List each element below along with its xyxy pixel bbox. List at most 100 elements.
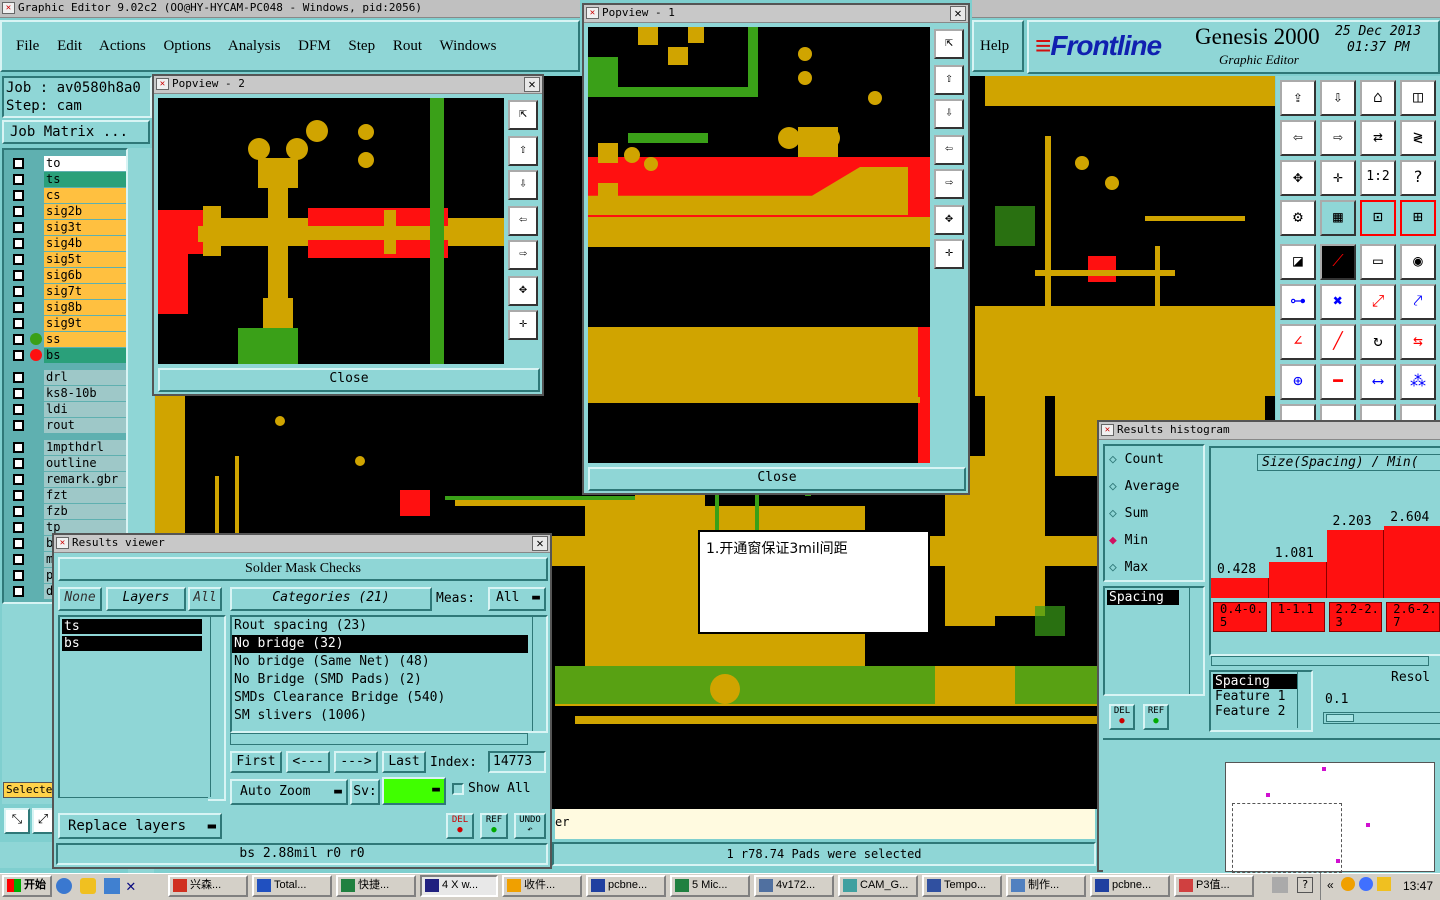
layer-row-layers0[interactable]: to (12, 156, 128, 171)
taskbar-item[interactable]: 兴森... (168, 875, 248, 897)
categories-button[interactable]: Categories (21) (230, 587, 432, 611)
taskbar-item[interactable]: 5 Mic... (670, 875, 750, 897)
ie-icon[interactable] (56, 878, 72, 894)
sort-icon[interactable]: ≷ (1400, 120, 1436, 156)
taskbar-item[interactable]: pcbne... (1090, 875, 1170, 897)
measure-tool-icon[interactable]: ⤢ (32, 808, 54, 834)
feature-item[interactable]: Feature 1 (1211, 689, 1311, 704)
first-button[interactable]: First (230, 751, 282, 773)
flip-icon[interactable]: ⇆ (1400, 324, 1436, 360)
tray-chevron-icon[interactable]: « (1327, 878, 1334, 892)
tray-icon[interactable] (1377, 877, 1391, 891)
layer-checkbox[interactable] (13, 586, 24, 597)
taskbar-item[interactable]: 制作... (1006, 875, 1086, 897)
pv2-down-icon[interactable]: ⇩ (508, 170, 538, 200)
layer-checkbox[interactable] (13, 458, 24, 469)
last-button[interactable]: Last (382, 751, 426, 773)
layer-checkbox[interactable] (13, 442, 24, 453)
replace-layers-select[interactable]: Replace layers ▬ (58, 813, 222, 839)
menu-dfm[interactable]: DFM (298, 38, 331, 54)
layer-checkbox[interactable] (13, 318, 24, 329)
histogram-bar[interactable] (1268, 562, 1327, 598)
pv2-center-icon[interactable]: ✛ (508, 310, 538, 340)
help-icon[interactable]: ? (1297, 877, 1313, 893)
scale-icon[interactable]: 1:2 (1360, 160, 1396, 196)
arc-icon[interactable]: ↻ (1360, 324, 1396, 360)
start-button[interactable]: 开始 (2, 875, 52, 897)
option-min[interactable]: ◆ Min (1109, 533, 1148, 548)
none-button[interactable]: None (58, 587, 102, 611)
taskbar-item[interactable]: 快捷... (336, 875, 416, 897)
pv1-up-icon[interactable]: ⇧ (934, 65, 964, 95)
layer-checkbox[interactable] (13, 490, 24, 501)
snap-icon[interactable]: ⊡ (1360, 200, 1396, 236)
menu-actions[interactable]: Actions (99, 38, 146, 54)
shift-left-icon[interactable]: ⇦ (1280, 120, 1316, 156)
layer-row-layers6[interactable]: sig5t (12, 252, 128, 267)
layer-checkbox[interactable] (13, 522, 24, 533)
resol-slider-thumb[interactable] (1326, 714, 1354, 722)
menu-help[interactable]: Help (980, 38, 1009, 55)
layer-row-layers2[interactable]: cs (12, 188, 128, 203)
feature-item[interactable]: Feature 2 (1211, 704, 1311, 719)
layer-checkbox[interactable] (13, 554, 24, 565)
angle-icon[interactable]: ∠ (1280, 324, 1316, 360)
slash-icon[interactable]: ╱ (1320, 324, 1356, 360)
category-item[interactable]: Rout spacing (23) (232, 617, 546, 635)
layer-row-layers9[interactable]: sig8b (12, 300, 128, 315)
layer-checkbox[interactable] (13, 174, 24, 185)
pv2-left-icon[interactable]: ⇦ (508, 206, 538, 236)
ref-button[interactable]: REF ● (480, 813, 508, 839)
settings-icon[interactable]: ⚙ (1280, 200, 1316, 236)
pv2-up-icon[interactable]: ⇧ (508, 136, 538, 166)
hist-ref-button[interactable]: REF ● (1143, 704, 1169, 730)
undo-button[interactable]: UNDO ↶ (514, 813, 546, 839)
taskbar-item[interactable]: 4v172... (754, 875, 834, 897)
layer-row-layers22[interactable]: ldi (12, 402, 128, 417)
layer-row-layers10[interactable]: sig9t (12, 316, 128, 331)
result-layer-item[interactable]: ts (62, 619, 202, 634)
layer-checkbox[interactable] (13, 222, 24, 233)
layer-checkbox[interactable] (13, 254, 24, 265)
category-item[interactable]: No Bridge (SMD Pads) (2) (232, 671, 546, 689)
layer-checkbox[interactable] (13, 270, 24, 281)
pv1-down-icon[interactable]: ⇩ (934, 99, 964, 129)
layer-row-layers7[interactable]: sig6b (12, 268, 128, 283)
tray-icon[interactable] (1341, 877, 1355, 891)
pv2-fit-icon[interactable]: ✥ (508, 276, 538, 306)
layer-checkbox[interactable] (13, 302, 24, 313)
shift-right-icon[interactable]: ⇨ (1320, 120, 1356, 156)
feature-scrollbar[interactable] (1297, 672, 1309, 728)
hist-del-button[interactable]: DEL ● (1109, 704, 1135, 730)
layer-checkbox[interactable] (13, 158, 24, 169)
pv1-right-icon[interactable]: ⇨ (934, 169, 964, 199)
layers-button[interactable]: Layers (106, 587, 186, 611)
taskbar-item[interactable]: 收件... (502, 875, 582, 897)
taskbar-item[interactable]: CAM_G... (838, 875, 918, 897)
layer-checkbox[interactable] (13, 388, 24, 399)
menu-windows[interactable]: Windows (440, 38, 497, 54)
cross-icon[interactable]: ✖ (1320, 284, 1356, 320)
layer-row-layers8[interactable]: sig7t (12, 284, 128, 299)
measure-icon[interactable]: ⟷ (1360, 364, 1396, 400)
layer-checkbox[interactable] (13, 506, 24, 517)
layer-row-layers33[interactable]: fzt (12, 488, 128, 503)
layer-scrollbar[interactable] (210, 617, 222, 797)
layer-checkbox[interactable] (13, 404, 24, 415)
pv1-fit-icon[interactable]: ✥ (934, 205, 964, 235)
x-icon[interactable]: ✕ (126, 876, 136, 895)
layer-row-layers21[interactable]: ks8-10b (12, 386, 128, 401)
auto-zoom-select[interactable]: Auto Zoom ▬ (230, 779, 348, 805)
popview-1-close-icon[interactable]: ✕ (950, 6, 966, 21)
layer-row-layers32[interactable]: remark.gbr (12, 472, 128, 487)
menu-options[interactable]: Options (163, 38, 211, 54)
option-max[interactable]: ◇ Max (1109, 560, 1148, 575)
histogram-bar[interactable] (1326, 530, 1385, 598)
job-matrix-button[interactable]: Job Matrix ... (2, 120, 150, 144)
pv1-left-icon[interactable]: ⇦ (934, 135, 964, 165)
show-all-checkbox[interactable] (452, 783, 464, 795)
layer-row-layers23[interactable]: rout (12, 418, 128, 433)
move-down-icon[interactable]: ⇩ (1320, 80, 1356, 116)
cluster-icon[interactable]: ⁂ (1400, 364, 1436, 400)
menu-analysis[interactable]: Analysis (228, 38, 281, 54)
